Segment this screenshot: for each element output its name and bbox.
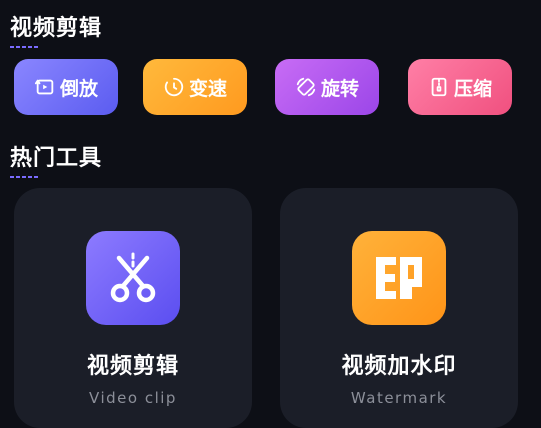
section-title-text: 热门工具	[10, 146, 103, 171]
speed-timer-icon	[163, 76, 185, 98]
tool-card-subtitle: Video clip	[89, 389, 177, 407]
section-title-video-edit: 视频剪辑	[10, 10, 103, 48]
spellcheck-underline	[10, 46, 40, 48]
reverse-button-label: 倒放	[59, 77, 98, 100]
reverse-button[interactable]: 倒放	[14, 59, 118, 115]
tool-card-title: 视频加水印	[341, 354, 457, 379]
watermark-stamp-icon	[376, 257, 422, 299]
compress-button[interactable]: 压缩	[408, 59, 512, 115]
speed-button-label: 变速	[188, 77, 227, 100]
tool-tile-watermark	[352, 231, 446, 325]
section-title-text: 视频剪辑	[10, 16, 103, 41]
compress-icon	[428, 76, 450, 98]
section-title-hot-tools: 热门工具	[10, 140, 103, 178]
scissors-icon	[110, 252, 156, 303]
tool-card-video-clip[interactable]: 视频剪辑 Video clip	[14, 188, 252, 428]
rotate-button[interactable]: 旋转	[275, 59, 379, 115]
tool-card-title: 视频剪辑	[86, 354, 179, 379]
rotate-button-label: 旋转	[320, 77, 359, 100]
spellcheck-underline	[10, 176, 40, 178]
tool-card-watermark[interactable]: 视频加水印 Watermark	[280, 188, 518, 428]
reverse-play-icon	[34, 76, 56, 98]
compress-button-label: 压缩	[453, 77, 492, 100]
tool-tile-video-clip	[86, 231, 180, 325]
tool-card-subtitle: Watermark	[350, 389, 448, 407]
speed-button[interactable]: 变速	[143, 59, 247, 115]
rotate-icon	[295, 76, 317, 98]
